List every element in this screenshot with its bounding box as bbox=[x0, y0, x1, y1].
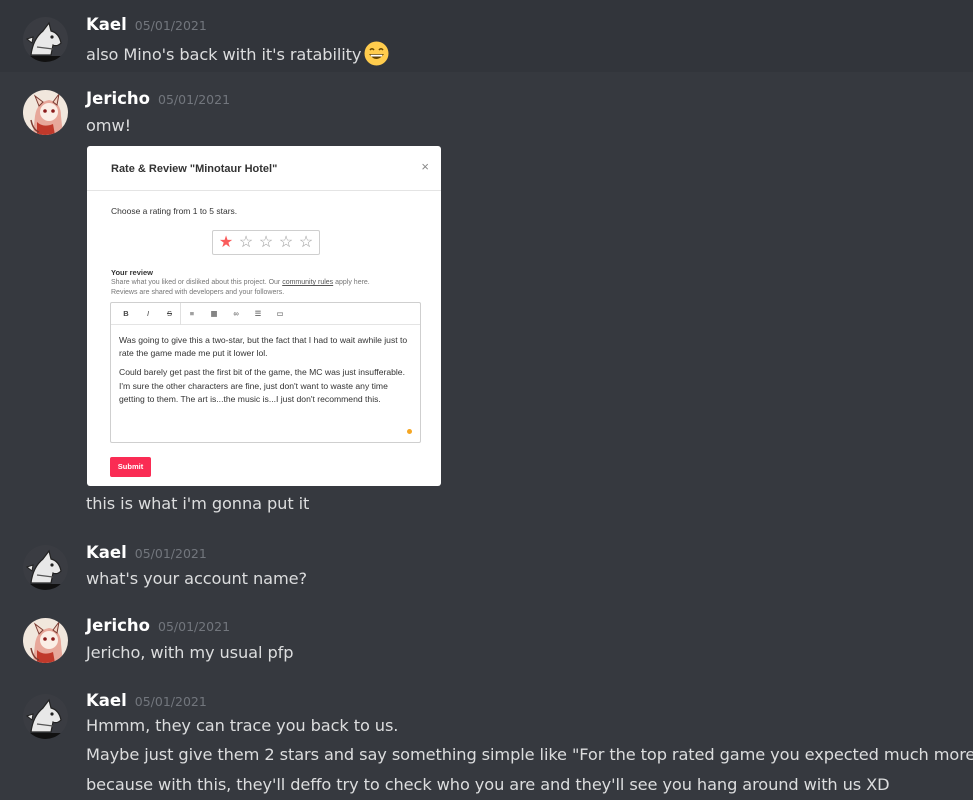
message-group-jericho-2: Jericho 05/01/2021 Jericho, with my usual… bbox=[0, 604, 973, 680]
message-text: Hmmm, they can trace you back to us. bbox=[86, 716, 399, 735]
kael-avatar[interactable] bbox=[23, 17, 68, 62]
username[interactable]: Kael bbox=[86, 543, 127, 562]
star-empty-icon: ☆ bbox=[298, 233, 314, 251]
timestamp: 05/01/2021 bbox=[134, 546, 207, 561]
help-text: Reviews are shared with developers and y… bbox=[111, 289, 285, 296]
rating-instructions: Choose a rating from 1 to 5 stars. bbox=[111, 206, 238, 216]
status-dot-icon bbox=[407, 429, 412, 434]
timestamp: 05/01/2021 bbox=[158, 92, 231, 107]
message-header: Kael 05/01/2021 bbox=[86, 15, 207, 34]
kael-avatar[interactable] bbox=[23, 694, 68, 739]
star-empty-icon: ☆ bbox=[278, 233, 294, 251]
message-group-kael-2: Kael 05/01/2021 what's your account name? bbox=[0, 532, 973, 602]
message-group-kael-3: Kael 05/01/2021 Hmmm, they can trace you … bbox=[0, 680, 973, 800]
message-group-kael-1: Kael 05/01/2021 also Mino's back with it'… bbox=[0, 0, 973, 72]
message-text: Maybe just give them 2 stars and say som… bbox=[86, 745, 973, 764]
align-icon: ☰ bbox=[254, 308, 262, 318]
jericho-avatar[interactable] bbox=[23, 90, 68, 135]
username[interactable]: Kael bbox=[86, 691, 127, 710]
star-empty-icon: ☆ bbox=[258, 233, 274, 251]
timestamp: 05/01/2021 bbox=[134, 694, 207, 709]
help-text: apply here. bbox=[333, 279, 370, 286]
timestamp: 05/01/2021 bbox=[134, 18, 207, 33]
message-header: Jericho 05/01/2021 bbox=[86, 616, 230, 635]
message-text: also Mino's back with it's ratability bbox=[86, 41, 389, 66]
grinning-sweat-emoji-icon bbox=[364, 41, 389, 66]
link-icon: ∞ bbox=[233, 308, 239, 318]
review-text: Was going to give this a two-star, but t… bbox=[111, 325, 420, 406]
star-filled-icon: ★ bbox=[218, 233, 234, 251]
review-paragraph: Was going to give this a two-star, but t… bbox=[119, 335, 408, 359]
message-text: what's your account name? bbox=[86, 569, 307, 588]
submit-button: Submit bbox=[110, 457, 151, 477]
community-rules-link: community rules bbox=[282, 279, 334, 286]
bold-icon: B bbox=[123, 308, 129, 318]
message-text: this is what i'm gonna put it bbox=[86, 494, 310, 513]
star-empty-icon: ☆ bbox=[238, 233, 254, 251]
embed-icon: ▭ bbox=[276, 308, 284, 318]
kael-avatar[interactable] bbox=[23, 545, 68, 590]
italic-icon: I bbox=[146, 308, 150, 318]
review-editor: B I S ≡ ▦ ∞ ☰ ▭ Was going to give this a… bbox=[110, 302, 421, 443]
message-header: Jericho 05/01/2021 bbox=[86, 89, 230, 108]
dialog-title: Rate & Review "Minotaur Hotel" bbox=[111, 163, 278, 175]
username[interactable]: Kael bbox=[86, 15, 127, 34]
username[interactable]: Jericho bbox=[86, 89, 150, 108]
review-label: Your review bbox=[111, 268, 153, 277]
help-text: Share what you liked or disliked about t… bbox=[111, 279, 283, 286]
review-paragraph: Could barely get past the first bit of t… bbox=[119, 367, 405, 404]
review-help-text: Share what you liked or disliked about t… bbox=[111, 278, 431, 298]
jericho-avatar[interactable] bbox=[23, 618, 68, 663]
message-text: because with this, they'll deffo try to … bbox=[86, 775, 890, 794]
bullet-list-icon: ≡ bbox=[189, 308, 195, 318]
close-icon: × bbox=[421, 159, 429, 174]
username[interactable]: Jericho bbox=[86, 616, 150, 635]
message-text: omw! bbox=[86, 116, 132, 135]
editor-toolbar: B I S ≡ ▦ ∞ ☰ ▭ bbox=[111, 302, 420, 325]
message-header: Kael 05/01/2021 bbox=[86, 543, 207, 562]
divider bbox=[87, 190, 441, 191]
table-icon: ▦ bbox=[210, 308, 218, 318]
strikethrough-icon: S bbox=[159, 302, 181, 325]
timestamp: 05/01/2021 bbox=[158, 619, 231, 634]
message-text: Jericho, with my usual pfp bbox=[86, 643, 294, 662]
message-line: also Mino's back with it's ratability bbox=[86, 45, 362, 64]
star-rating: ★ ☆ ☆ ☆ ☆ bbox=[212, 230, 320, 255]
message-header: Kael 05/01/2021 bbox=[86, 691, 207, 710]
attached-image-rate-review[interactable]: Rate & Review "Minotaur Hotel" × Choose … bbox=[87, 146, 441, 486]
